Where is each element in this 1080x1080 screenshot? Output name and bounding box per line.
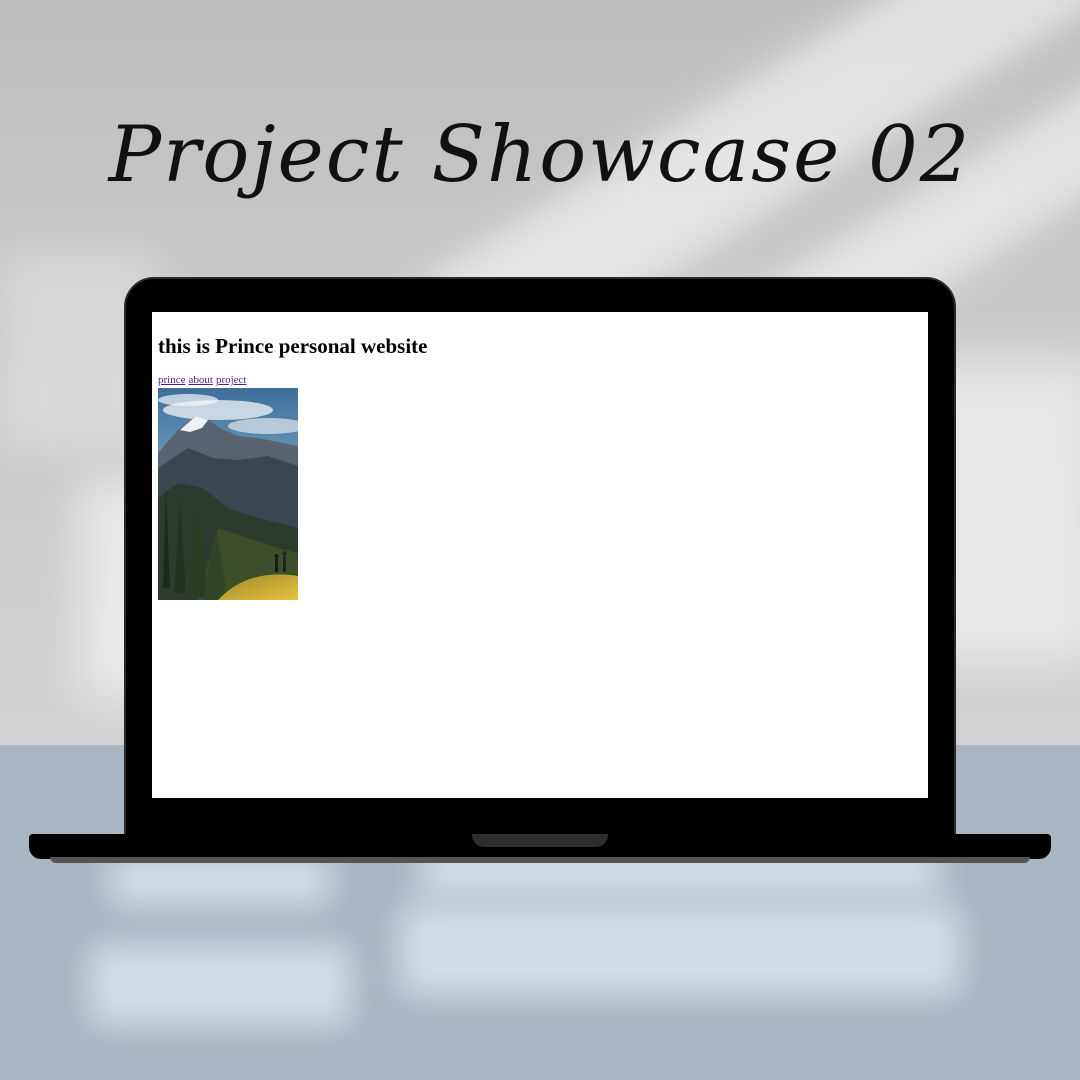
- site-heading: this is Prince personal website: [158, 334, 428, 358]
- nav-link-about[interactable]: about: [188, 374, 212, 386]
- floor-reflection: [400, 905, 960, 995]
- showcase-scene: Project Showcase 02 this is Prince perso…: [0, 0, 1080, 1080]
- nav-link-project[interactable]: project: [216, 374, 247, 386]
- showcase-title: Project Showcase 02: [108, 110, 972, 200]
- floor-reflection: [90, 945, 350, 1025]
- nav-link-prince[interactable]: prince: [158, 374, 185, 386]
- laptop-screen: this is Prince personal website prince ab…: [152, 312, 928, 798]
- laptop-base-edge: [50, 857, 1030, 863]
- site-nav: prince about project: [158, 374, 249, 386]
- laptop-notch: [472, 834, 608, 847]
- mountain-landscape-photo: [158, 388, 298, 600]
